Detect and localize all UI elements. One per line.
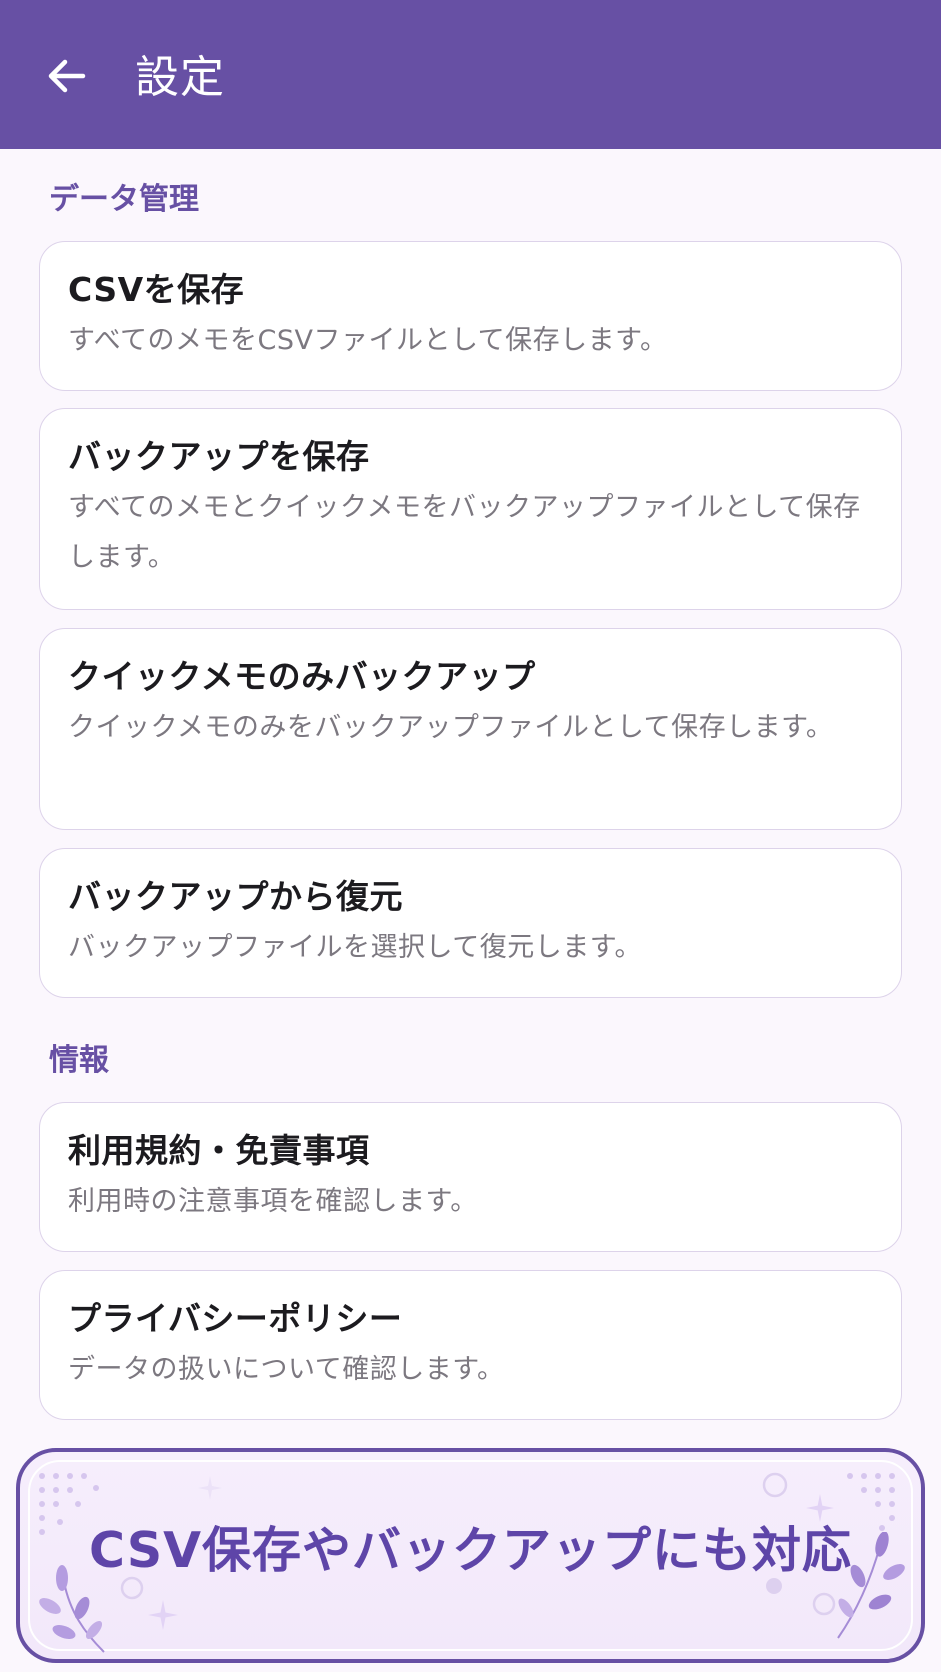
section-header-data-management: データ管理 [49, 182, 199, 217]
item-description: クイックメモのみをバックアップファイルとして保存します。 [68, 712, 834, 743]
item-description: 利用時の注意事項を確認します。 [68, 1186, 478, 1217]
save-backup-item[interactable]: バックアップを保存 すべてのメモとクイックメモをバックアップファイルとして保存し… [39, 408, 902, 610]
terms-item[interactable]: 利用規約・免責事項 利用時の注意事項を確認します。 [39, 1102, 902, 1252]
restore-backup-item[interactable]: バックアップから復元 バックアップファイルを選択して復元します。 [39, 848, 902, 998]
quick-memo-backup-item[interactable]: クイックメモのみバックアップ クイックメモのみをバックアップファイルとして保存し… [39, 628, 902, 830]
item-description: バックアップファイルを選択して復元します。 [68, 932, 642, 963]
circle-decoration-icon [762, 1472, 788, 1498]
arrow-left-icon [48, 59, 86, 93]
item-description: すべてのメモをCSVファイルとして保存します。 [68, 325, 668, 356]
item-description: すべてのメモとクイックメモをバックアップファイルとして保存します。 [68, 492, 861, 573]
item-title: CSVを保存 [68, 270, 245, 309]
item-description: データの扱いについて確認します。 [68, 1354, 505, 1385]
sparkle-icon [148, 1600, 178, 1630]
banner-text: CSV保存やバックアップにも対応 [88, 1522, 853, 1579]
item-title: バックアップから復元 [68, 877, 403, 916]
back-button[interactable] [40, 50, 92, 102]
item-title: バックアップを保存 [68, 437, 370, 476]
promo-banner: CSV保存やバックアップにも対応 [16, 1448, 925, 1663]
save-csv-item[interactable]: CSVを保存 すべてのメモをCSVファイルとして保存します。 [39, 241, 902, 391]
sparkle-icon [198, 1476, 222, 1500]
app-bar: 設定 [0, 0, 941, 149]
item-title: 利用規約・免責事項 [68, 1131, 370, 1170]
item-title: クイックメモのみバックアップ [68, 657, 536, 696]
page-title: 設定 [135, 52, 225, 103]
privacy-policy-item[interactable]: プライバシーポリシー データの扱いについて確認します。 [39, 1270, 902, 1420]
item-title: プライバシーポリシー [68, 1299, 403, 1338]
section-header-info: 情報 [49, 1043, 109, 1078]
